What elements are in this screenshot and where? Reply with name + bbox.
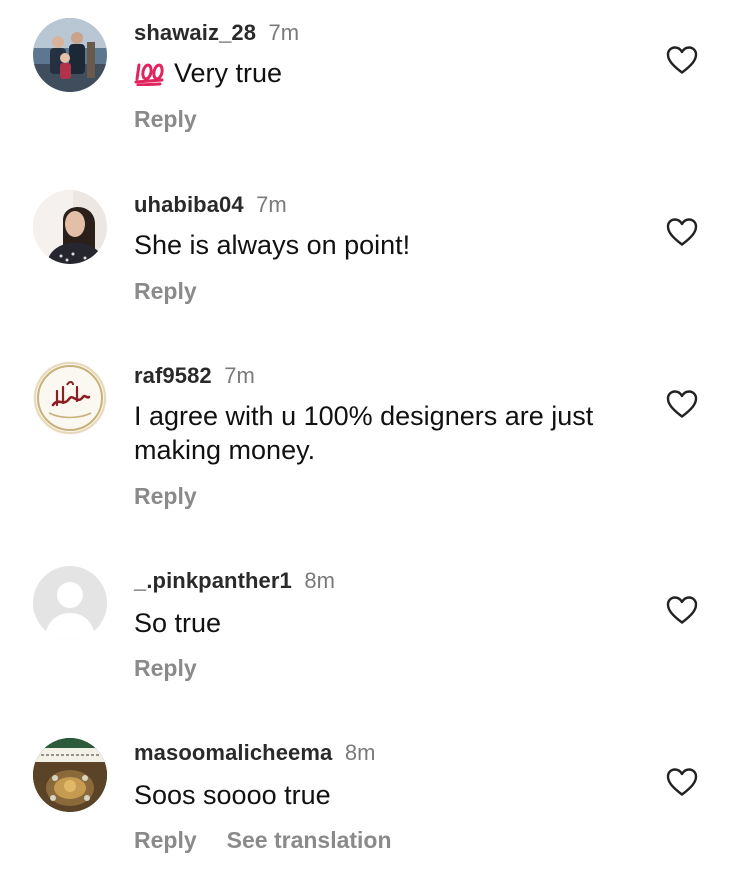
like-button[interactable] [666, 389, 698, 419]
username[interactable]: shawaiz_28 [134, 20, 256, 45]
heart-outline-icon [666, 46, 698, 74]
reply-button[interactable]: Reply [134, 483, 197, 509]
user-avatar[interactable] [33, 738, 107, 812]
comment-text: So true [134, 606, 634, 640]
like-button[interactable] [666, 45, 698, 75]
heart-outline-icon [666, 596, 698, 624]
calligraphy-avatar-icon [33, 361, 107, 435]
user-avatar[interactable] [33, 190, 107, 264]
comment-meta: raf9582 7m [134, 361, 255, 391]
timestamp: 8m [304, 568, 335, 593]
like-button[interactable] [666, 595, 698, 625]
comment-actions: Reply [134, 104, 197, 134]
comment-meta: masoomalicheema 8m [134, 738, 375, 768]
like-button[interactable] [666, 217, 698, 247]
comment-text: She is always on point! [134, 228, 634, 262]
user-avatar[interactable] [33, 361, 107, 435]
comment-body: Soos soooo true [134, 780, 331, 810]
reply-button[interactable]: Reply [134, 278, 197, 304]
reply-button[interactable]: Reply [134, 655, 197, 681]
reply-button[interactable]: Reply [134, 827, 197, 853]
comment-text: I agree with u 100% designers are just m… [134, 399, 634, 467]
comment-actions: Reply [134, 276, 197, 306]
timestamp: 8m [344, 740, 376, 765]
timestamp: 7m [256, 192, 287, 217]
comment-body: She is always on point! [134, 230, 411, 260]
comment-actions: Reply [134, 481, 197, 511]
comment-meta: _.pinkpanther1 8m [134, 566, 335, 596]
user-avatar[interactable] [33, 18, 107, 92]
user-avatar[interactable] [33, 566, 107, 640]
reply-button[interactable]: Reply [134, 106, 197, 132]
comment-actions: Reply [134, 653, 197, 683]
see-translation-button[interactable]: See translation [227, 827, 392, 853]
shrine-photo-avatar-icon [33, 738, 107, 812]
username[interactable]: raf9582 [134, 363, 212, 388]
default-user-avatar-icon [33, 566, 107, 640]
heart-outline-icon [666, 218, 698, 246]
comment-body: So true [134, 608, 222, 638]
comment-actions: Reply See translation [134, 825, 392, 855]
comment-text: Very true [134, 56, 634, 94]
comment-body: I agree with u 100% designers are just m… [134, 401, 594, 465]
username[interactable]: masoomalicheema [134, 740, 332, 765]
comment-text: Soos soooo true [134, 778, 634, 812]
comment-meta: uhabiba04 7m [134, 190, 287, 220]
comment-body: Very true [174, 58, 283, 88]
timestamp: 7m [268, 20, 300, 45]
comment-meta: shawaiz_28 7m [134, 18, 299, 48]
family-photo-avatar-icon [33, 18, 107, 92]
heart-outline-icon [666, 390, 698, 418]
username[interactable]: uhabiba04 [134, 192, 244, 217]
heart-outline-icon [666, 768, 698, 796]
username[interactable]: _.pinkpanther1 [134, 568, 292, 593]
like-button[interactable] [666, 767, 698, 797]
woman-photo-avatar-icon [33, 190, 107, 264]
hundred-points-emoji-icon [134, 60, 166, 94]
timestamp: 7m [224, 363, 255, 388]
